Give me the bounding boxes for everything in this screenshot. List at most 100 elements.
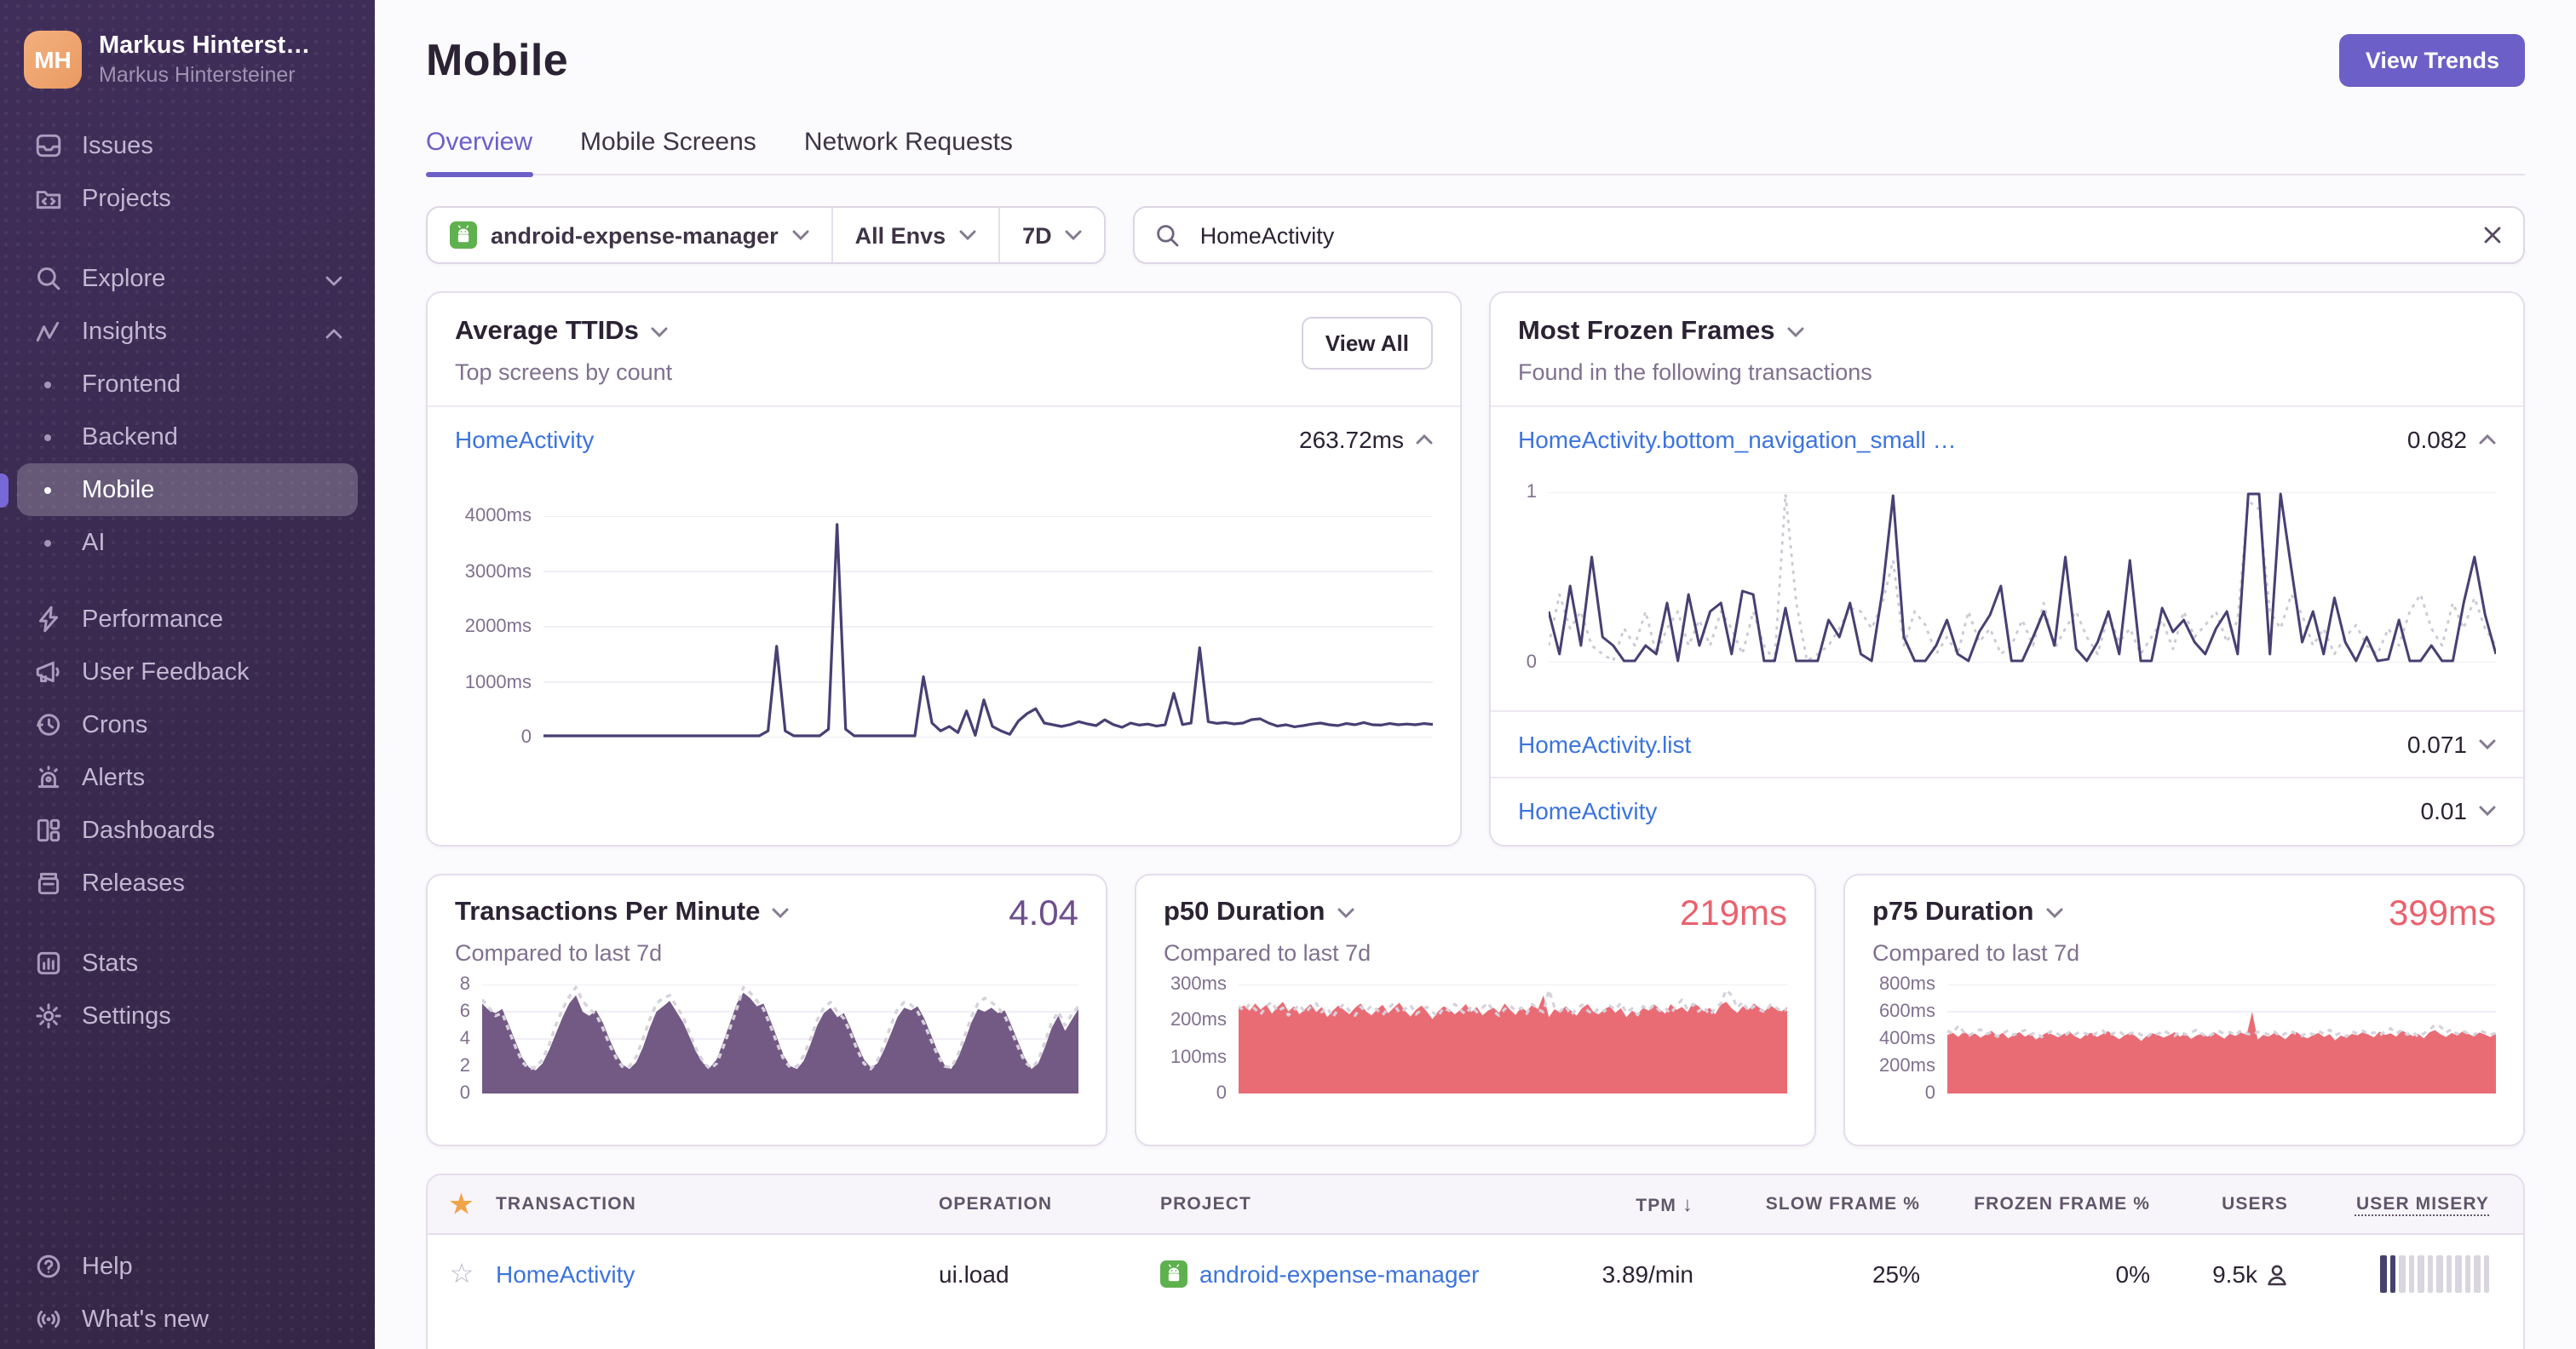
folder-code-icon <box>32 183 63 214</box>
clear-search-icon[interactable] <box>2482 225 2503 245</box>
filter-bar: android-expense-manager All Envs 7D <box>426 206 2525 264</box>
ttid-chart: 4000ms 3000ms 2000ms 1000ms 0 <box>428 506 1460 748</box>
card-subtitle: Top screens by count <box>455 359 673 385</box>
view-trends-button[interactable]: View Trends <box>2339 34 2525 87</box>
avatar: MH <box>24 31 82 89</box>
sidebar-item-label: Performance <box>82 606 224 633</box>
sidebar-nav: Issues Projects Explore Insights Fronten… <box>0 109 375 1349</box>
col-operation[interactable]: OPERATION <box>939 1194 1160 1214</box>
sort-desc-icon: ↓ <box>1682 1192 1693 1216</box>
table-header: ★ TRANSACTION OPERATION PROJECT TPM ↓ SL… <box>428 1175 2523 1235</box>
sidebar-footer: Help What's new <box>17 1240 358 1349</box>
most-frozen-frames-card: Most Frozen Frames Found in the followin… <box>1489 291 2525 847</box>
project-link[interactable]: android-expense-manager <box>1199 1260 1479 1288</box>
main-content: Mobile View Trends Overview Mobile Scree… <box>375 0 2576 1349</box>
chevron-down-icon <box>2045 908 2062 918</box>
sidebar-item-dashboards[interactable]: Dashboards <box>17 804 358 857</box>
page-filter-group: android-expense-manager All Envs 7D <box>426 206 1107 264</box>
tpm-area-chart <box>482 984 1078 1094</box>
tpm-card: Transactions Per Minute 4.04 Compared to… <box>426 874 1107 1146</box>
card-title: p50 Duration <box>1164 898 1325 927</box>
tpm-value: 4.04 <box>1009 894 1078 933</box>
view-all-button[interactable]: View All <box>1301 317 1433 370</box>
chevron-down-icon <box>1337 908 1354 918</box>
sidebar-item-label: Issues <box>82 132 153 159</box>
col-frozen-frame[interactable]: FROZEN FRAME % <box>1920 1194 2150 1214</box>
bullet-icon <box>32 433 63 440</box>
org-user-dropdown[interactable]: MH Markus Hintersteiner Markus Hinterste… <box>0 0 375 109</box>
col-tpm-sorted[interactable]: TPM ↓ <box>1501 1192 1693 1216</box>
accordion-row-bottom-navigation[interactable]: HomeActivity.bottom_navigation_small … 0… <box>1491 407 2523 472</box>
card-title-dropdown[interactable]: Average TTIDs <box>455 317 1433 347</box>
chevron-down-icon <box>2479 806 2496 816</box>
col-user-misery[interactable]: USER MISERY <box>2288 1194 2523 1214</box>
sidebar-item-projects[interactable]: Projects <box>17 172 358 225</box>
p50-duration-card: p50 Duration 219ms Compared to last 7d 3… <box>1135 874 1816 1146</box>
sidebar-item-performance[interactable]: Performance <box>17 593 358 646</box>
sidebar-item-settings[interactable]: Settings <box>17 990 358 1042</box>
sidebar-item-help[interactable]: Help <box>17 1240 358 1293</box>
accordion-row-homeactivity[interactable]: HomeActivity 263.72ms <box>428 407 1460 472</box>
sidebar-item-crons[interactable]: Crons <box>17 698 358 751</box>
col-slow-frame[interactable]: SLOW FRAME % <box>1693 1194 1920 1214</box>
star-icon[interactable]: ★ <box>428 1189 496 1220</box>
chevron-down-icon <box>2479 739 2496 749</box>
chevron-down-icon <box>792 230 809 240</box>
card-subtitle: Found in the following transactions <box>1518 359 1872 385</box>
broadcast-icon <box>32 1304 63 1335</box>
transaction-link[interactable]: HomeActivity <box>455 426 594 453</box>
card-subtitle: Compared to last 7d <box>1164 940 1371 966</box>
sidebar-item-whats-new[interactable]: What's new <box>17 1293 358 1346</box>
sidebar: MH Markus Hintersteiner Markus Hinterste… <box>0 0 375 1349</box>
page-title: Mobile <box>426 34 569 85</box>
card-title: Average TTIDs <box>455 317 639 346</box>
search-input[interactable] <box>1196 221 2467 250</box>
sidebar-item-label: AI <box>82 529 106 556</box>
sidebar-item-label: Projects <box>82 185 171 212</box>
card-subtitle: Compared to last 7d <box>1872 940 2080 966</box>
sidebar-item-releases[interactable]: Releases <box>17 857 358 910</box>
date-range-selector[interactable]: 7D <box>998 208 1105 262</box>
environment-selector[interactable]: All Envs <box>831 208 999 262</box>
tab-mobile-screens[interactable]: Mobile Screens <box>580 128 756 174</box>
sidebar-item-frontend[interactable]: Frontend <box>17 358 358 410</box>
chevron-up-icon <box>325 318 342 345</box>
sidebar-item-label: What's new <box>82 1306 209 1333</box>
tab-overview[interactable]: Overview <box>426 128 532 177</box>
user-icon <box>2268 1264 2286 1285</box>
bullet-icon <box>32 539 63 546</box>
sidebar-item-mobile[interactable]: Mobile <box>17 463 358 516</box>
star-outline-icon[interactable]: ☆ <box>428 1257 496 1291</box>
sidebar-item-stats[interactable]: Stats <box>17 937 358 990</box>
transaction-link[interactable]: HomeActivity <box>1518 797 1657 824</box>
sidebar-item-user-feedback[interactable]: User Feedback <box>17 646 358 698</box>
project-selector[interactable]: android-expense-manager <box>428 208 831 262</box>
issues-icon <box>32 130 63 161</box>
col-users[interactable]: USERS <box>2150 1194 2288 1214</box>
sidebar-item-backend[interactable]: Backend <box>17 410 358 463</box>
transaction-link[interactable]: HomeActivity <box>496 1260 635 1288</box>
sidebar-item-explore[interactable]: Explore <box>17 252 358 305</box>
slow-frame-cell: 25% <box>1872 1260 1920 1288</box>
tab-network-requests[interactable]: Network Requests <box>804 128 1013 174</box>
transaction-link[interactable]: HomeActivity.bottom_navigation_small … <box>1518 426 1957 453</box>
sidebar-item-issues[interactable]: Issues <box>17 119 358 172</box>
p75-area-chart <box>1947 984 2496 1094</box>
col-project[interactable]: PROJECT <box>1160 1194 1501 1214</box>
sidebar-item-alerts[interactable]: Alerts <box>17 751 358 804</box>
sidebar-item-label: Insights <box>82 318 167 345</box>
card-title-dropdown[interactable]: Transactions Per Minute <box>455 898 1078 928</box>
accordion-row-homeactivity[interactable]: HomeActivity 0.01 <box>1491 778 2523 843</box>
sidebar-item-insights[interactable]: Insights <box>17 305 358 358</box>
sidebar-item-label: Crons <box>82 711 148 738</box>
card-title-dropdown[interactable]: Most Frozen Frames <box>1518 317 2496 347</box>
sidebar-item-label: Dashboards <box>82 817 216 844</box>
sidebar-item-ai[interactable]: AI <box>17 516 358 569</box>
accordion-row-homeactivity-list[interactable]: HomeActivity.list 0.071 <box>1491 712 2523 777</box>
transaction-link[interactable]: HomeActivity.list <box>1518 731 1691 758</box>
app-window: MH Markus Hintersteiner Markus Hinterste… <box>0 0 2576 1349</box>
col-transaction[interactable]: TRANSACTION <box>496 1194 939 1214</box>
tpm-cell: 3.89/min <box>1601 1260 1693 1288</box>
chevron-down-icon <box>1066 230 1083 240</box>
frozen-rate-value: 0.082 <box>2406 426 2467 453</box>
